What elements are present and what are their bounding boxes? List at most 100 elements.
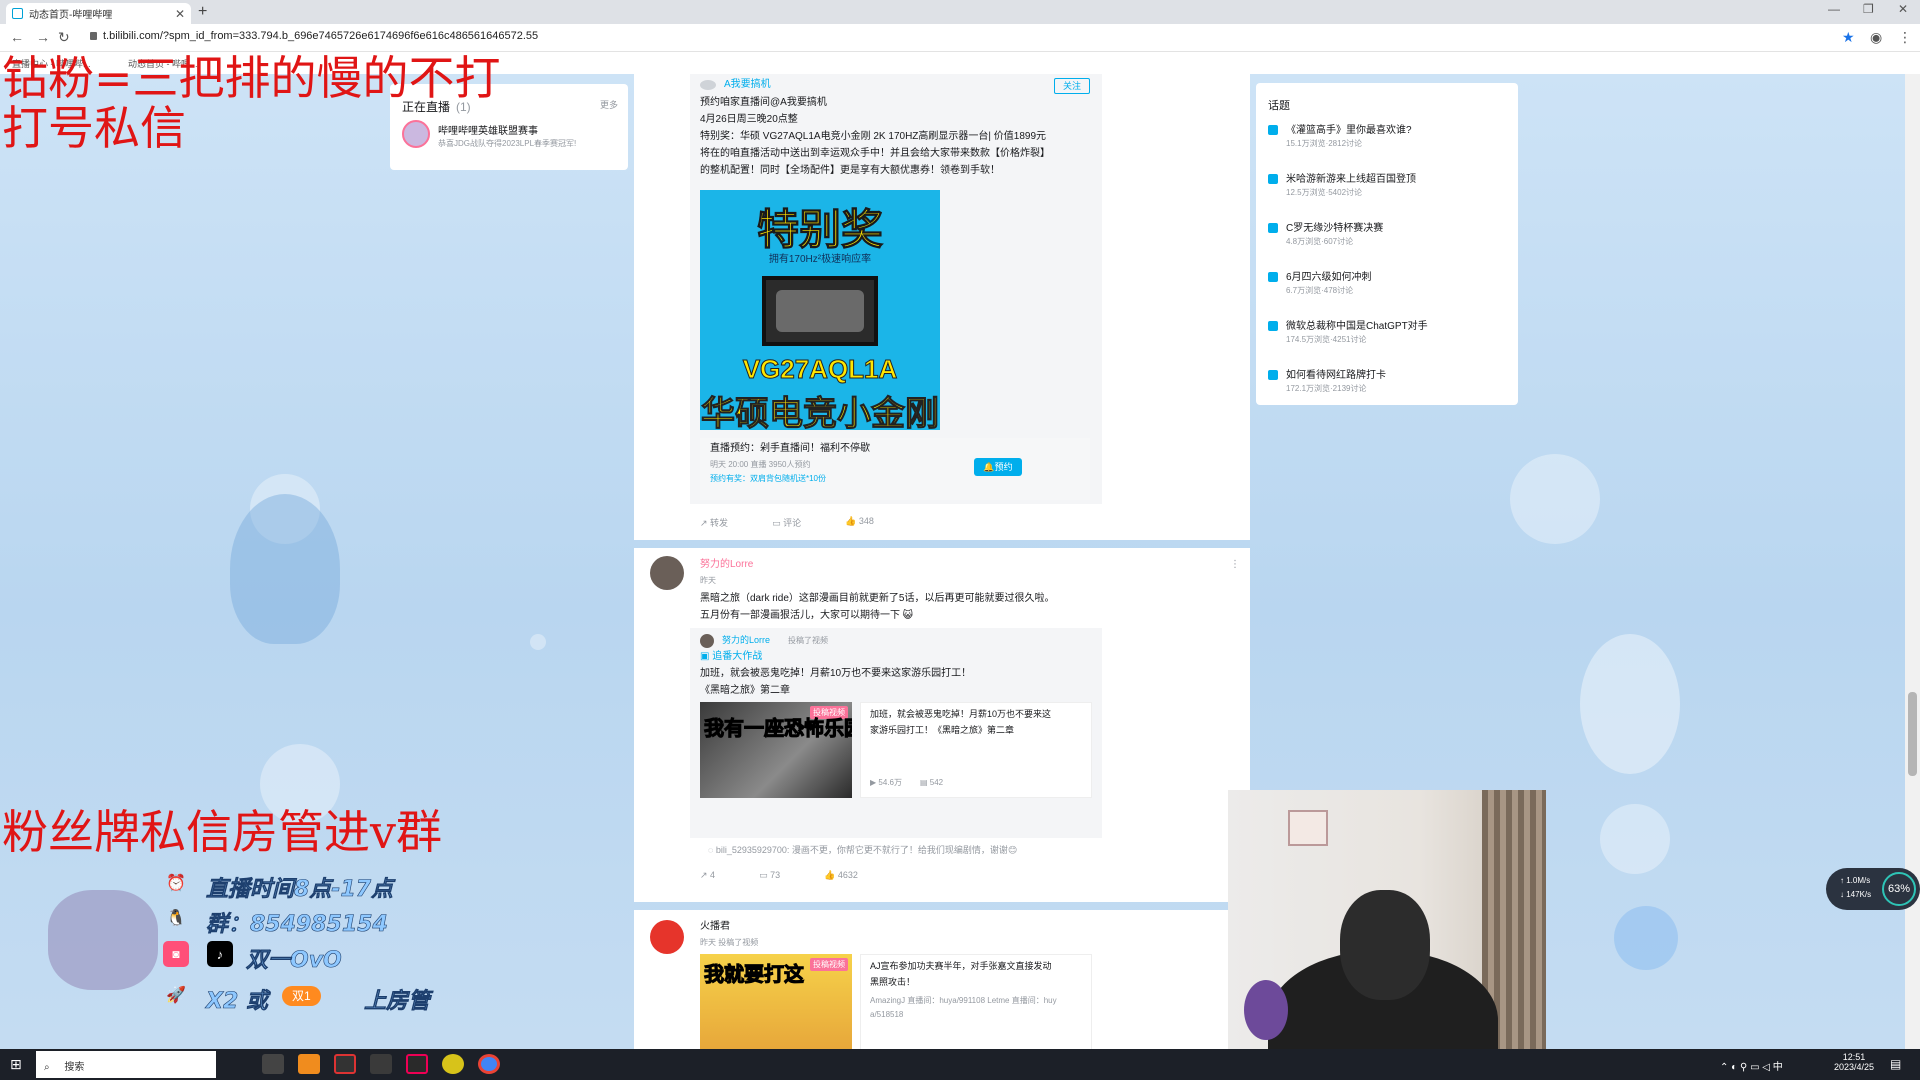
browser-tab[interactable]: 动态首页-哔哩哔哩 ✕ — [6, 3, 191, 24]
taskbar-search[interactable]: ⌕ 搜索 — [36, 1051, 216, 1078]
profile-icon[interactable]: ◉ — [1870, 29, 1882, 46]
video-views: ▶ 54.6万 — [870, 778, 902, 787]
scrollbar-thumb[interactable] — [1908, 692, 1917, 776]
author-avatar[interactable] — [650, 556, 684, 590]
post-text: 的整机配置！同时【全场配件】更是享有大额优惠券！领卷到手软！ — [700, 165, 1000, 176]
live-avatar[interactable] — [402, 120, 430, 148]
forward-button[interactable]: ↗ 4 — [700, 870, 715, 881]
qq-icon: 🐧 — [166, 910, 186, 927]
comment-button[interactable]: ▭ 73 — [759, 870, 780, 881]
group-number: 群：854985154 — [206, 912, 388, 938]
post-text: 4月26日周三晚20点整 — [700, 114, 798, 125]
like-button[interactable]: 👍 4632 — [824, 870, 858, 881]
streamer-mascot — [48, 890, 158, 990]
overlay-text-red: 粉丝牌私信房管进v群 — [2, 805, 442, 859]
video-title: 黑照攻击！ — [870, 977, 916, 987]
bookmark-star-icon[interactable]: ★ — [1842, 29, 1855, 46]
topic-item[interactable]: 《灌篮高手》里你最喜欢谁? 15.1万浏览·2812讨论 — [1268, 121, 1508, 151]
maximize-icon[interactable]: ❐ — [1863, 2, 1874, 16]
topic-icon — [1268, 370, 1278, 380]
forward-icon[interactable]: → — [36, 29, 50, 45]
topic-icon — [1268, 321, 1278, 331]
new-tab-button[interactable]: + — [198, 3, 207, 21]
promo-subtitle: 拥有170Hz²极速响应率 — [768, 254, 872, 265]
comment-button[interactable]: ▭ 评论 — [772, 516, 801, 529]
topic-item[interactable]: 如何看待网红路牌打卡 172.1万浏览·2139讨论 — [1268, 366, 1508, 396]
game-client-icon[interactable] — [370, 1054, 392, 1074]
post-author[interactable]: 火播君 — [700, 918, 730, 935]
app-icon[interactable] — [298, 1054, 320, 1074]
post-time: 昨天 投稿了视频 — [700, 938, 759, 947]
windows-start-icon[interactable]: ⊞ — [10, 1056, 22, 1073]
follow-button[interactable]: 关注 — [1054, 78, 1090, 94]
author-avatar[interactable] — [650, 920, 684, 954]
feed-card: A我要搞机 关注 预约咱家直播间@A我要搞机 4月26日周三晚20点整 特别奖：… — [634, 74, 1250, 540]
clock-icon: ⏰ — [166, 875, 186, 892]
plush-toy — [1244, 980, 1288, 1040]
post-text: 五月份有一部漫画狠活儿，大家可以期待一下 😺 — [700, 610, 914, 621]
streamer — [1340, 890, 1430, 1000]
video-thumbnail[interactable]: 投稿视频 我就要打这 — [700, 954, 852, 1050]
cpu-percent: 63% — [1882, 872, 1916, 906]
post-text: 将在的咱直播活动中送出到幸运观众手中！并且会给大家带来数款【价格炸裂】 — [700, 148, 1050, 159]
lock-icon — [90, 32, 97, 40]
like-button[interactable]: 👍 348 — [845, 516, 874, 529]
notification-icon[interactable]: ▤ — [1890, 1057, 1901, 1071]
live-more-link[interactable]: 更多 — [600, 98, 618, 111]
minimize-icon[interactable]: — — [1828, 2, 1840, 16]
tray-icons[interactable]: ⌃ ◐ ⚲ ▭ ◁ 中 — [1720, 1058, 1783, 1073]
wall-photo — [1288, 810, 1328, 846]
chrome-icon[interactable] — [478, 1054, 500, 1074]
app-icon[interactable] — [406, 1054, 428, 1074]
video-tag: 投稿视频 — [810, 958, 848, 971]
post-text: 预约咱家直播间@A我要搞机 — [700, 97, 827, 108]
url-text: t.bilibili.com/?spm_id_from=333.794.b_69… — [103, 30, 539, 42]
live-item-sub: 恭喜JDG战队夺得2023LPL春季赛冠军! — [438, 139, 577, 148]
taskbar-clock[interactable]: 12:51 2023/4/25 — [1834, 1052, 1874, 1072]
taskbar: ⊞ ⌕ 搜索 ⌃ ◐ ⚲ ▭ ◁ 中 12:51 2023/4/25 ▤ — [0, 1049, 1920, 1080]
top-comment[interactable]: ◌ bili_52935929700: 漫画不更，你帮它更不就行了！给我们现编剧… — [708, 842, 1017, 859]
forward-button[interactable]: ↗ 转发 — [700, 516, 728, 529]
reservation-prize-link[interactable]: 预约有奖：双肩背包随机送*10份 — [710, 470, 826, 487]
live-item-title[interactable]: 哔哩哔哩英雄联盟赛事 — [438, 122, 538, 137]
topic-item[interactable]: C罗无缘沙特杯赛决赛 4.8万浏览·607讨论 — [1268, 219, 1508, 249]
more-options-icon[interactable]: ⋮ — [1230, 556, 1240, 573]
topic-item[interactable]: 米哈游新游来上线超百国登顶 12.5万浏览·5402讨论 — [1268, 170, 1508, 200]
inner-action: 投稿了视频 — [788, 636, 828, 645]
task-view-icon[interactable] — [262, 1054, 284, 1074]
inner-author-avatar — [700, 634, 714, 648]
back-icon[interactable]: ← — [10, 29, 24, 45]
app-icon[interactable] — [334, 1054, 356, 1074]
topic-icon — [1268, 174, 1278, 184]
reserve-button[interactable]: 🔔预约 — [974, 458, 1022, 476]
feed-column: A我要搞机 关注 预约咱家直播间@A我要搞机 4月26日周三晚20点整 特别奖：… — [634, 74, 1250, 1080]
topic-item[interactable]: 6月四六级如何冲刺 6.7万浏览·478讨论 — [1268, 268, 1508, 298]
bg-bubble — [530, 634, 546, 650]
window-close-icon[interactable]: ✕ — [1898, 2, 1908, 16]
video-thumbnail[interactable]: 投稿视频 我有一座恐怖乐园 — [700, 702, 852, 798]
bilibili-tab-icon — [12, 8, 23, 19]
tab-close-icon[interactable]: ✕ — [175, 7, 185, 21]
video-title: AJ宣布参加功夫赛半年，对手张嘉文直接发动 — [870, 961, 1052, 971]
topics-panel: 话题 《灌篮高手》里你最喜欢谁? 15.1万浏览·2812讨论 米哈游新游来上线超… — [1256, 83, 1518, 405]
promo-image[interactable]: 特别奖 拥有170Hz²极速响应率 VG27AQL1A 华硕电竞小金刚 — [700, 190, 940, 430]
overlay-text-red: 打号私信 — [2, 101, 186, 155]
rocket-mascot — [1614, 906, 1678, 970]
post-author[interactable]: 努力的Lorre — [700, 556, 753, 573]
video-title: 加班，就会被恶鬼吃掉！月薪10万也不要来这 — [870, 709, 1052, 719]
promo-model: VG27AQL1A — [742, 354, 898, 385]
topic-icon — [1268, 272, 1278, 282]
topic-tag[interactable]: ▣ 追番大作战 — [700, 648, 762, 665]
browser-tab-bar: 动态首页-哔哩哔哩 ✕ + — ❐ ✕ — [0, 0, 1920, 24]
inner-author[interactable]: 努力的Lorre — [722, 632, 770, 649]
menu-dots-icon[interactable]: ⋮ — [1898, 29, 1912, 46]
post-author[interactable]: A我要搞机 — [724, 76, 771, 93]
app-icon[interactable] — [442, 1054, 464, 1074]
fan-badge: 双1 — [282, 986, 321, 1006]
reload-icon[interactable]: ↻ — [58, 29, 70, 46]
topic-item[interactable]: 微软总裁称中国是ChatGPT对手 174.5万浏览·4251讨论 — [1268, 317, 1508, 347]
address-bar-row: ← → ↻ t.bilibili.com/?spm_id_from=333.79… — [0, 24, 1920, 52]
url-field[interactable]: t.bilibili.com/?spm_id_from=333.794.b_69… — [90, 30, 538, 42]
post-text: 特别奖：华硕 VG27AQL1A电竞小金刚 2K 170HZ高刷显示器一台| 价… — [700, 131, 1047, 142]
overlay-text-red: 钻粉=三把排的慢的不打 — [2, 51, 501, 105]
